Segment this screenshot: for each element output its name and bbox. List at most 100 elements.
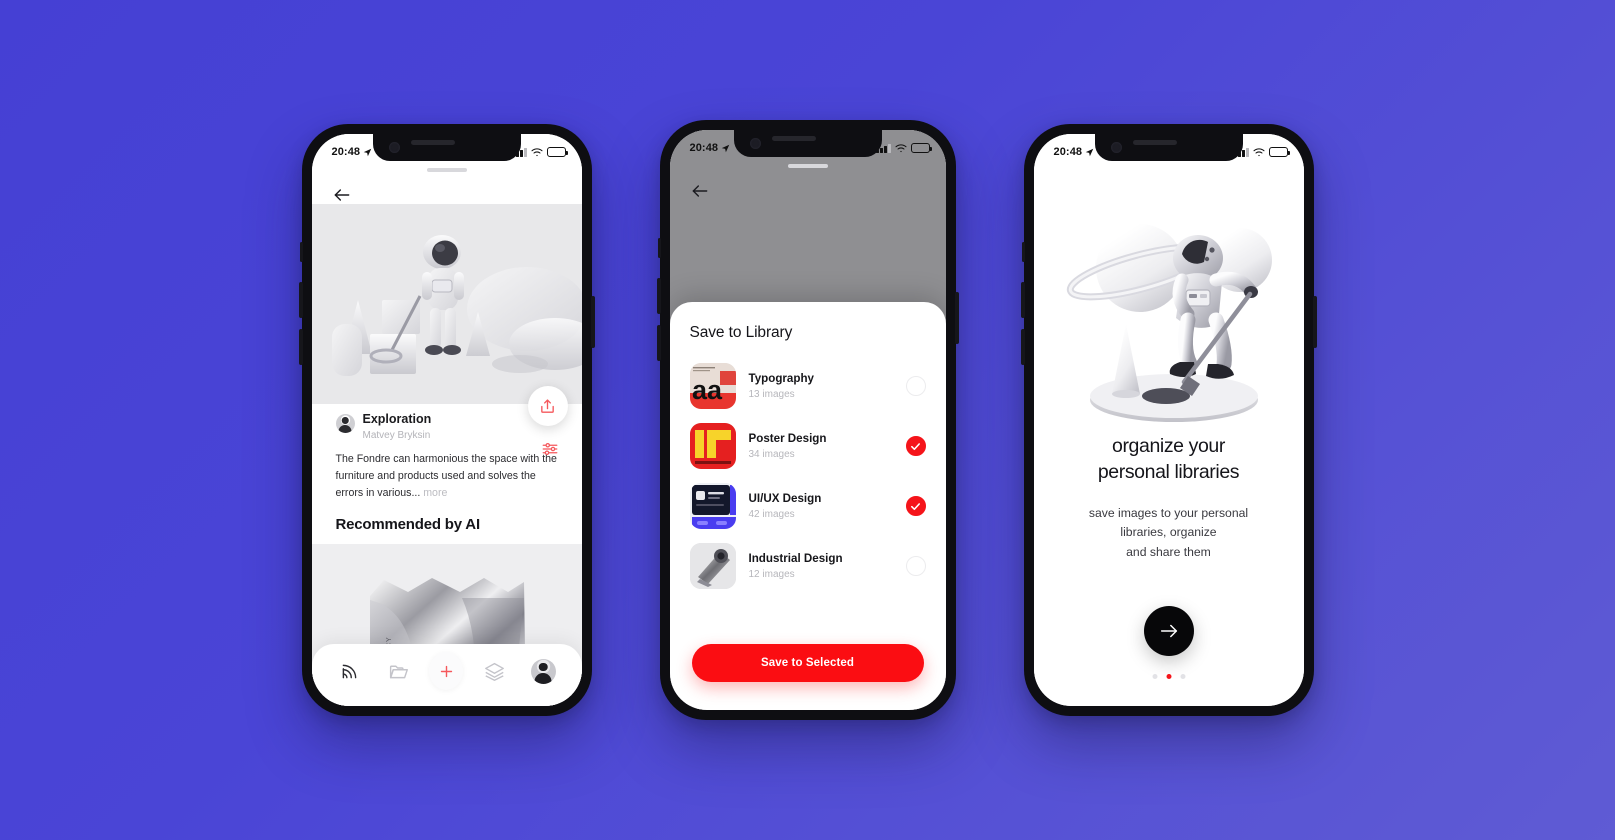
status-time: 20:48 bbox=[689, 142, 719, 154]
power-button bbox=[590, 296, 595, 348]
library-count: 34 images bbox=[748, 449, 795, 460]
power-button bbox=[954, 292, 959, 344]
status-time: 20:48 bbox=[331, 146, 361, 158]
library-name: UI/UX Design bbox=[748, 492, 822, 505]
hero-image[interactable] bbox=[311, 204, 582, 404]
filter-button[interactable] bbox=[538, 437, 562, 461]
plus-icon bbox=[440, 665, 453, 677]
library-checkbox[interactable] bbox=[905, 436, 926, 456]
volume-up-button bbox=[656, 278, 661, 314]
library-row-typography[interactable]: aa Typography 13 images bbox=[670, 356, 946, 416]
volume-down-button bbox=[298, 329, 303, 365]
industrial-design-thumb bbox=[689, 543, 736, 589]
battery-low-icon bbox=[1268, 147, 1290, 157]
library-checkbox[interactable] bbox=[905, 376, 926, 396]
sheet-title: Save to Library bbox=[689, 324, 793, 341]
phone-mockup-stage: Exploration Matvey Bryksin The Fondre ca… bbox=[0, 0, 1615, 840]
avatar-icon bbox=[530, 658, 556, 684]
phone-1-feed: Exploration Matvey Bryksin The Fondre ca… bbox=[298, 124, 595, 716]
avatar bbox=[335, 414, 355, 433]
tab-layers[interactable] bbox=[478, 654, 512, 688]
library-checkbox[interactable] bbox=[905, 496, 926, 516]
bottom-tab-bar bbox=[311, 644, 582, 706]
library-row-uiux-design[interactable]: UI/UX Design 42 images bbox=[670, 476, 946, 536]
device-notch bbox=[372, 134, 521, 161]
tab-add[interactable] bbox=[429, 652, 464, 690]
check-icon bbox=[911, 442, 920, 450]
power-button bbox=[1312, 296, 1317, 348]
front-camera bbox=[1110, 142, 1122, 153]
tab-folder[interactable] bbox=[381, 654, 415, 688]
wifi-icon bbox=[1252, 147, 1265, 156]
device-notch bbox=[1094, 134, 1243, 161]
location-arrow-icon bbox=[721, 144, 730, 152]
location-arrow-icon bbox=[363, 148, 372, 156]
read-more-link[interactable]: more bbox=[423, 487, 447, 499]
post-body: The Fondre can harmonious the space with… bbox=[336, 451, 558, 502]
section-title: Recommended by AI bbox=[335, 516, 481, 533]
pager-dot[interactable] bbox=[1180, 674, 1185, 679]
pager-dot-active[interactable] bbox=[1166, 674, 1171, 679]
volume-up-button bbox=[1020, 282, 1025, 318]
sheet-grabber[interactable] bbox=[426, 168, 467, 172]
device-notch bbox=[733, 130, 882, 157]
library-row-industrial-design[interactable]: Industrial Design 12 images bbox=[670, 536, 946, 596]
volume-down-button bbox=[1020, 329, 1025, 365]
tab-profile[interactable] bbox=[526, 654, 560, 688]
phone-3-onboarding: organize your personal libraries save ima… bbox=[1020, 124, 1317, 716]
library-count: 13 images bbox=[748, 389, 795, 400]
back-arrow-icon bbox=[334, 189, 349, 201]
library-name: Industrial Design bbox=[748, 552, 843, 565]
svg-text:aa: aa bbox=[692, 375, 723, 405]
wifi-icon bbox=[530, 147, 543, 156]
sheet-grabber[interactable] bbox=[787, 164, 828, 168]
volume-up-button bbox=[298, 282, 303, 318]
onboarding-illustration bbox=[1034, 184, 1304, 434]
share-button[interactable] bbox=[527, 386, 568, 426]
folder-icon bbox=[389, 665, 408, 678]
broadcast-signal-icon bbox=[342, 664, 357, 678]
back-button[interactable] bbox=[328, 181, 356, 209]
save-to-library-sheet: Save to Library aa Typography 13 images … bbox=[669, 302, 946, 710]
arrow-right-icon bbox=[1160, 624, 1177, 638]
phone-2-save-to-library: Save to Library aa Typography 13 images … bbox=[656, 120, 959, 720]
poster-design-thumb bbox=[689, 423, 736, 469]
next-button[interactable] bbox=[1143, 606, 1194, 656]
back-arrow-icon bbox=[692, 185, 707, 197]
battery-low-icon bbox=[546, 147, 568, 157]
earpiece-speaker bbox=[1132, 140, 1177, 145]
tab-broadcast[interactable] bbox=[333, 654, 367, 688]
pager-dot[interactable] bbox=[1152, 674, 1157, 679]
mute-switch bbox=[1021, 242, 1025, 262]
wifi-icon bbox=[894, 143, 907, 152]
library-count: 42 images bbox=[748, 509, 795, 520]
mute-switch bbox=[657, 238, 661, 258]
front-camera bbox=[749, 138, 761, 149]
earpiece-speaker bbox=[410, 140, 455, 145]
onboarding-headline: organize your personal libraries bbox=[1097, 435, 1240, 483]
sliders-filter-icon bbox=[542, 442, 557, 456]
back-button[interactable] bbox=[686, 177, 714, 205]
save-to-selected-button[interactable]: Save to Selected bbox=[691, 644, 924, 682]
earpiece-speaker bbox=[771, 136, 816, 141]
library-list: aa Typography 13 images Poster Design 34… bbox=[670, 356, 946, 596]
check-icon bbox=[911, 502, 920, 510]
library-row-poster-design[interactable]: Poster Design 34 images bbox=[670, 416, 946, 476]
onboarding-body: save images to your personal libraries, o… bbox=[1088, 506, 1249, 559]
library-name: Poster Design bbox=[748, 432, 827, 445]
uiux-design-thumb bbox=[689, 483, 736, 529]
front-camera bbox=[388, 142, 400, 153]
library-name: Typography bbox=[748, 372, 815, 385]
battery-low-icon bbox=[910, 143, 932, 153]
volume-down-button bbox=[656, 325, 661, 361]
location-arrow-icon bbox=[1085, 148, 1094, 156]
library-count: 12 images bbox=[748, 569, 795, 580]
library-checkbox[interactable] bbox=[905, 556, 926, 576]
share-icon bbox=[541, 398, 554, 413]
post-author: Matvey Bryksin bbox=[362, 430, 431, 441]
mute-switch bbox=[299, 242, 303, 262]
layers-icon bbox=[485, 662, 505, 681]
pager-dots bbox=[1152, 674, 1185, 679]
post-title: Exploration bbox=[362, 412, 432, 426]
typography-poster-thumb: aa bbox=[689, 363, 736, 409]
